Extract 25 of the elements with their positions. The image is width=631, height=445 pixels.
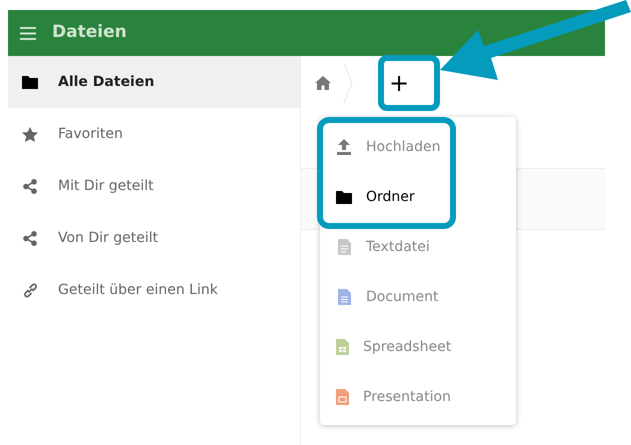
spreadsheet-icon bbox=[336, 339, 349, 355]
sidebar-item[interactable]: Geteilt über einen Link bbox=[8, 264, 300, 316]
home-icon[interactable] bbox=[315, 76, 331, 90]
sidebar-item[interactable]: Mit Dir geteilt bbox=[8, 160, 300, 212]
menu-icon[interactable] bbox=[20, 26, 36, 40]
sidebar-item[interactable]: Favoriten bbox=[8, 108, 300, 160]
menu-item[interactable]: Presentation bbox=[328, 377, 448, 417]
upload-icon bbox=[337, 139, 351, 155]
menu-item[interactable]: Hochladen bbox=[328, 127, 448, 167]
sidebar-item[interactable]: Alle Dateien bbox=[8, 56, 300, 108]
folder-icon bbox=[22, 76, 38, 88]
document-icon bbox=[338, 289, 350, 305]
app-title: Dateien bbox=[52, 21, 127, 44]
highlight-frame bbox=[378, 55, 440, 111]
sidebar-item[interactable]: Von Dir geteilt bbox=[8, 212, 300, 264]
share-icon bbox=[23, 178, 37, 194]
star-icon bbox=[22, 126, 38, 142]
menu-item[interactable]: Textdatei bbox=[328, 227, 448, 267]
menu-item[interactable]: Document bbox=[328, 277, 448, 317]
presentation-icon bbox=[336, 389, 349, 405]
share-icon bbox=[23, 230, 37, 246]
text-file-icon bbox=[338, 239, 350, 255]
folder-icon bbox=[336, 190, 352, 204]
breadcrumb-chevron-icon bbox=[343, 63, 353, 103]
link-icon bbox=[22, 282, 38, 298]
